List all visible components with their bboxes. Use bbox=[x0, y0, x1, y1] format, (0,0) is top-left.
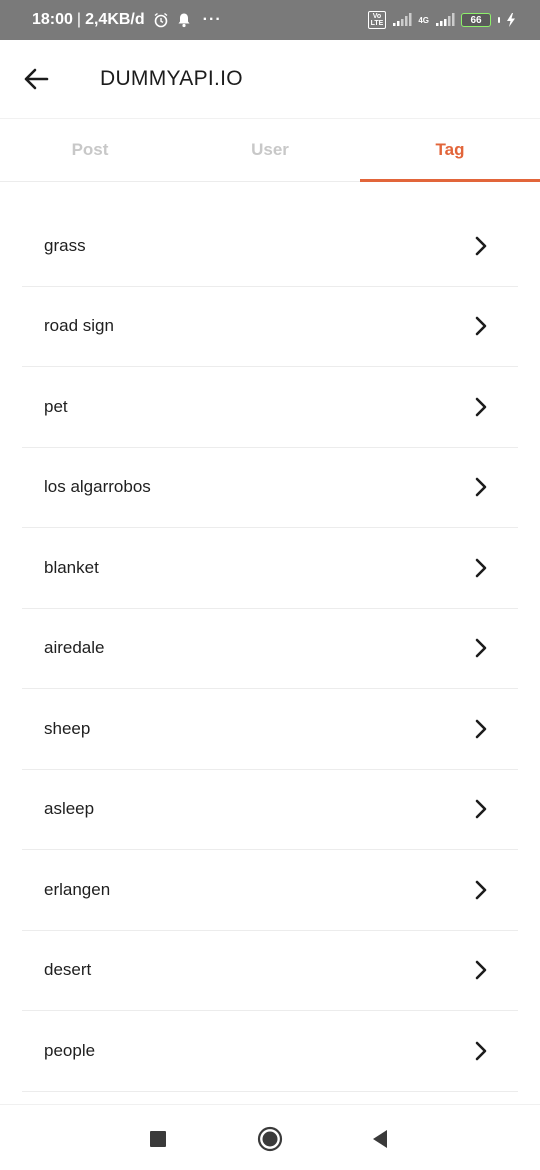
nav-recents-button[interactable] bbox=[144, 1125, 172, 1153]
chevron-right-icon bbox=[474, 880, 488, 900]
chevron-right-icon bbox=[474, 799, 488, 819]
chevron-right-icon bbox=[474, 1041, 488, 1061]
status-separator: | bbox=[76, 11, 82, 28]
chevron-right-icon bbox=[474, 960, 488, 980]
system-nav-bar bbox=[0, 1104, 540, 1170]
list-item-label: road sign bbox=[44, 316, 114, 336]
list-item-label: sheep bbox=[44, 718, 91, 738]
alarm-icon bbox=[153, 12, 169, 28]
list-item[interactable]: grass bbox=[22, 206, 518, 287]
list-item-label: erlangen bbox=[44, 879, 111, 899]
back-button[interactable] bbox=[12, 55, 60, 103]
chevron-right-icon bbox=[474, 316, 488, 336]
list-item[interactable]: people bbox=[22, 1011, 518, 1092]
status-bar-right: Vo LTE 4G 66 bbox=[367, 11, 516, 29]
battery-tip bbox=[498, 17, 500, 23]
chevron-right-icon bbox=[474, 558, 488, 578]
list-item-label: los algarrobos bbox=[44, 477, 151, 497]
status-bar-left: 18:00 | 2,4KB/d ··· bbox=[32, 11, 222, 29]
arrow-left-icon bbox=[24, 68, 49, 90]
chevron-right-icon bbox=[474, 477, 488, 497]
list-item[interactable]: erlangen bbox=[22, 850, 518, 931]
chevron-right-icon bbox=[474, 397, 488, 417]
nav-back-button[interactable] bbox=[366, 1125, 394, 1153]
list-item[interactable]: desert bbox=[22, 931, 518, 1011]
list-item-label: desert bbox=[44, 960, 92, 980]
list-item[interactable]: asleep bbox=[22, 770, 518, 850]
list-item-label: airedale bbox=[44, 638, 105, 658]
page-title: DUMMYAPI.IO bbox=[100, 67, 243, 90]
chevron-right-icon bbox=[474, 719, 488, 739]
charging-icon bbox=[506, 13, 516, 27]
list-item[interactable]: sheep bbox=[22, 689, 518, 770]
tag-list: grass road sign pet los algarrobos blank… bbox=[22, 206, 518, 1092]
app-bar: DUMMYAPI.IO bbox=[0, 40, 540, 118]
triangle-left-icon bbox=[373, 1130, 387, 1148]
list-item-label: grass bbox=[44, 235, 86, 255]
chevron-right-icon bbox=[474, 638, 488, 658]
tab-post[interactable]: Post bbox=[0, 119, 180, 181]
chevron-right-icon bbox=[474, 236, 488, 256]
status-more: ··· bbox=[202, 11, 222, 28]
list-item[interactable]: blanket bbox=[22, 528, 518, 609]
list-item-label: pet bbox=[44, 396, 68, 416]
nav-home-button[interactable] bbox=[256, 1125, 284, 1153]
status-bar: 18:00 | 2,4KB/d ··· Vo LTE 4G 66 bbox=[0, 0, 540, 40]
list-item[interactable]: pet bbox=[22, 367, 518, 448]
signal-icon bbox=[392, 13, 412, 27]
volte-icon: Vo LTE bbox=[367, 11, 387, 29]
tab-bar: Post User Tag bbox=[0, 118, 540, 182]
tab-tag[interactable]: Tag bbox=[360, 119, 540, 182]
list-item[interactable]: road sign bbox=[22, 287, 518, 367]
status-speed: 2,4KB/d bbox=[85, 11, 145, 28]
list-item-label: people bbox=[44, 1040, 96, 1060]
signal-4g-icon bbox=[435, 13, 455, 27]
bell-icon bbox=[177, 12, 191, 28]
list-item-label: asleep bbox=[44, 799, 95, 819]
battery-icon: 66 bbox=[461, 13, 491, 27]
network-type: 4G bbox=[418, 15, 429, 25]
circle-icon bbox=[257, 1126, 283, 1152]
list-item[interactable]: airedale bbox=[22, 609, 518, 689]
list-item-label: blanket bbox=[44, 557, 99, 577]
status-time: 18:00 bbox=[32, 11, 73, 28]
list-item[interactable]: los algarrobos bbox=[22, 448, 518, 528]
square-icon bbox=[150, 1131, 166, 1147]
tab-user[interactable]: User bbox=[180, 119, 360, 181]
